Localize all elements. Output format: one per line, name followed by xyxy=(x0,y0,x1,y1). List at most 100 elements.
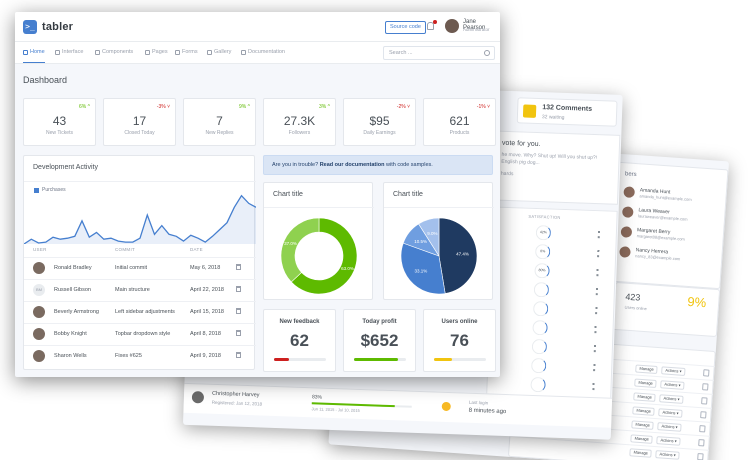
more-vertical-icon[interactable] xyxy=(596,269,599,277)
progress-fill xyxy=(354,358,398,361)
search-input[interactable]: Search ... xyxy=(383,46,495,60)
stat-value: 17 xyxy=(132,114,147,128)
nav-interface[interactable]: Interface xyxy=(55,49,83,55)
divider xyxy=(24,181,256,182)
stat-card: -1% ˅ 621 Products xyxy=(423,98,496,146)
nav-gallery[interactable]: Gallery xyxy=(207,49,231,55)
manage-button[interactable]: Manage xyxy=(633,392,657,402)
edit-icon[interactable] xyxy=(703,369,710,377)
commit-date: April 15, 2018 xyxy=(190,309,224,315)
stat-value: 27.3K xyxy=(283,114,316,128)
avatar: BM xyxy=(33,284,45,296)
usage-percent: 83% xyxy=(311,394,323,401)
manage-button[interactable]: Manage xyxy=(632,406,656,416)
more-vertical-icon[interactable] xyxy=(597,231,600,239)
nav-forms[interactable]: Forms xyxy=(175,49,198,55)
commit-user: Russell Gibson xyxy=(54,287,91,293)
commit-date: April 8, 2018 xyxy=(190,331,221,337)
source-code-button[interactable]: Source code xyxy=(385,21,426,34)
brand[interactable]: >_ tabler xyxy=(23,20,73,34)
pie-chart-card: Chart title 47.4% 33.1% 10.5% 9.0% xyxy=(383,182,494,300)
screenshot-stage: bers Amanda Hunt amanda_hunt@example.com L… xyxy=(0,0,750,460)
members-card: bers Amanda Hunt amanda_hunt@example.com L… xyxy=(610,161,729,290)
member-info: Laura Weaver lauraweaver@example.com xyxy=(638,207,688,221)
nav-components[interactable]: Components xyxy=(95,49,133,55)
user-role: Administrator xyxy=(463,27,490,32)
stat-label: Products xyxy=(449,130,470,136)
kpi-value: 62 xyxy=(290,331,309,350)
actions-dropdown[interactable]: Actions ▾ xyxy=(660,380,685,390)
edit-icon[interactable] xyxy=(699,425,706,433)
stat-card: 9% ^ 7 New Replies xyxy=(183,98,256,146)
users-online-card: 423 Users online 9% xyxy=(612,281,721,338)
stat-delta: 9% ^ xyxy=(239,104,250,110)
documentation-link[interactable]: Read our documentation xyxy=(320,162,385,168)
actions-dropdown[interactable]: Actions ▾ xyxy=(656,436,681,446)
column-commit: COMMIT xyxy=(115,247,136,252)
kpi-card: Today profit $652 xyxy=(343,309,416,372)
table-row: Ronald Bradley Initial commit May 6, 2018 xyxy=(24,257,256,277)
more-vertical-icon[interactable] xyxy=(593,364,596,372)
nav-documentation[interactable]: Documentation xyxy=(241,49,285,55)
header: >_ tabler Source code Jane Pearson Admin… xyxy=(15,12,500,42)
slice-label: 63.0% xyxy=(341,266,354,271)
stat-label: Closed Today xyxy=(124,130,155,136)
avatar xyxy=(33,262,45,274)
stat-delta: 3% ^ xyxy=(319,104,330,110)
actions-dropdown[interactable]: Actions ▾ xyxy=(659,394,684,404)
more-vertical-icon[interactable] xyxy=(595,307,598,315)
payment-icon xyxy=(441,401,451,412)
manage-button[interactable]: Manage xyxy=(629,448,653,458)
trash-icon[interactable] xyxy=(236,330,241,336)
users-online-count: 423 xyxy=(625,291,641,303)
stat-label: Daily Earnings xyxy=(363,130,396,136)
more-vertical-icon[interactable] xyxy=(593,345,596,353)
manage-button[interactable]: Manage xyxy=(635,364,659,375)
edit-icon[interactable] xyxy=(700,411,707,419)
comments-count: 132 Comments xyxy=(542,104,593,113)
more-vertical-icon[interactable] xyxy=(594,326,597,334)
manage-button[interactable]: Manage xyxy=(630,434,654,444)
kpi-value: 76 xyxy=(450,331,469,350)
edit-icon[interactable] xyxy=(702,383,709,391)
manage-button[interactable]: Manage xyxy=(634,378,658,389)
trash-icon[interactable] xyxy=(236,352,241,358)
more-vertical-icon[interactable] xyxy=(595,288,598,296)
kpi-label: New feedback xyxy=(279,319,320,325)
actions-dropdown[interactable]: Actions ▾ xyxy=(655,450,680,460)
user-name: Christopher Harvey xyxy=(211,390,260,399)
avatar xyxy=(33,328,45,340)
edit-icon[interactable] xyxy=(701,397,708,405)
actions-dropdown[interactable]: Actions ▾ xyxy=(657,422,682,432)
progress-bar xyxy=(274,358,326,361)
members-list: Amanda Hunt amanda_hunt@example.com Laura … xyxy=(613,181,726,268)
chart-title: Chart title xyxy=(393,191,423,198)
more-vertical-icon[interactable] xyxy=(592,383,595,391)
commit-user: Bobby Knight xyxy=(54,331,87,337)
trash-icon[interactable] xyxy=(236,308,241,314)
trash-icon[interactable] xyxy=(236,286,241,292)
comment-icon xyxy=(522,104,537,118)
kpi-value: $652 xyxy=(360,331,399,350)
manage-button[interactable]: Manage xyxy=(631,420,655,430)
kpi-card: Users online 76 xyxy=(423,309,496,372)
avatar xyxy=(620,225,633,238)
edit-icon[interactable] xyxy=(698,439,705,447)
trash-icon[interactable] xyxy=(236,264,241,270)
avatar xyxy=(621,205,634,218)
avatar xyxy=(33,350,45,362)
avatar[interactable] xyxy=(445,19,459,33)
avatar xyxy=(623,185,636,198)
member-email: nancy_83@example.com xyxy=(635,252,681,261)
nav-home[interactable]: Home xyxy=(23,49,45,63)
nav-pages[interactable]: Pages xyxy=(145,49,168,55)
more-vertical-icon[interactable] xyxy=(597,250,600,258)
progress-fill xyxy=(434,358,452,361)
edit-icon[interactable] xyxy=(697,453,704,460)
comments-card[interactable]: 132 Comments 32 waiting xyxy=(516,97,618,127)
actions-dropdown[interactable]: Actions ▾ xyxy=(661,366,686,376)
table-row: Bobby Knight Topbar dropdown style April 8… xyxy=(24,323,256,343)
stat-card: -3% ˅ 17 Closed Today xyxy=(103,98,176,146)
check-square-icon xyxy=(175,49,180,55)
actions-dropdown[interactable]: Actions ▾ xyxy=(658,408,683,418)
